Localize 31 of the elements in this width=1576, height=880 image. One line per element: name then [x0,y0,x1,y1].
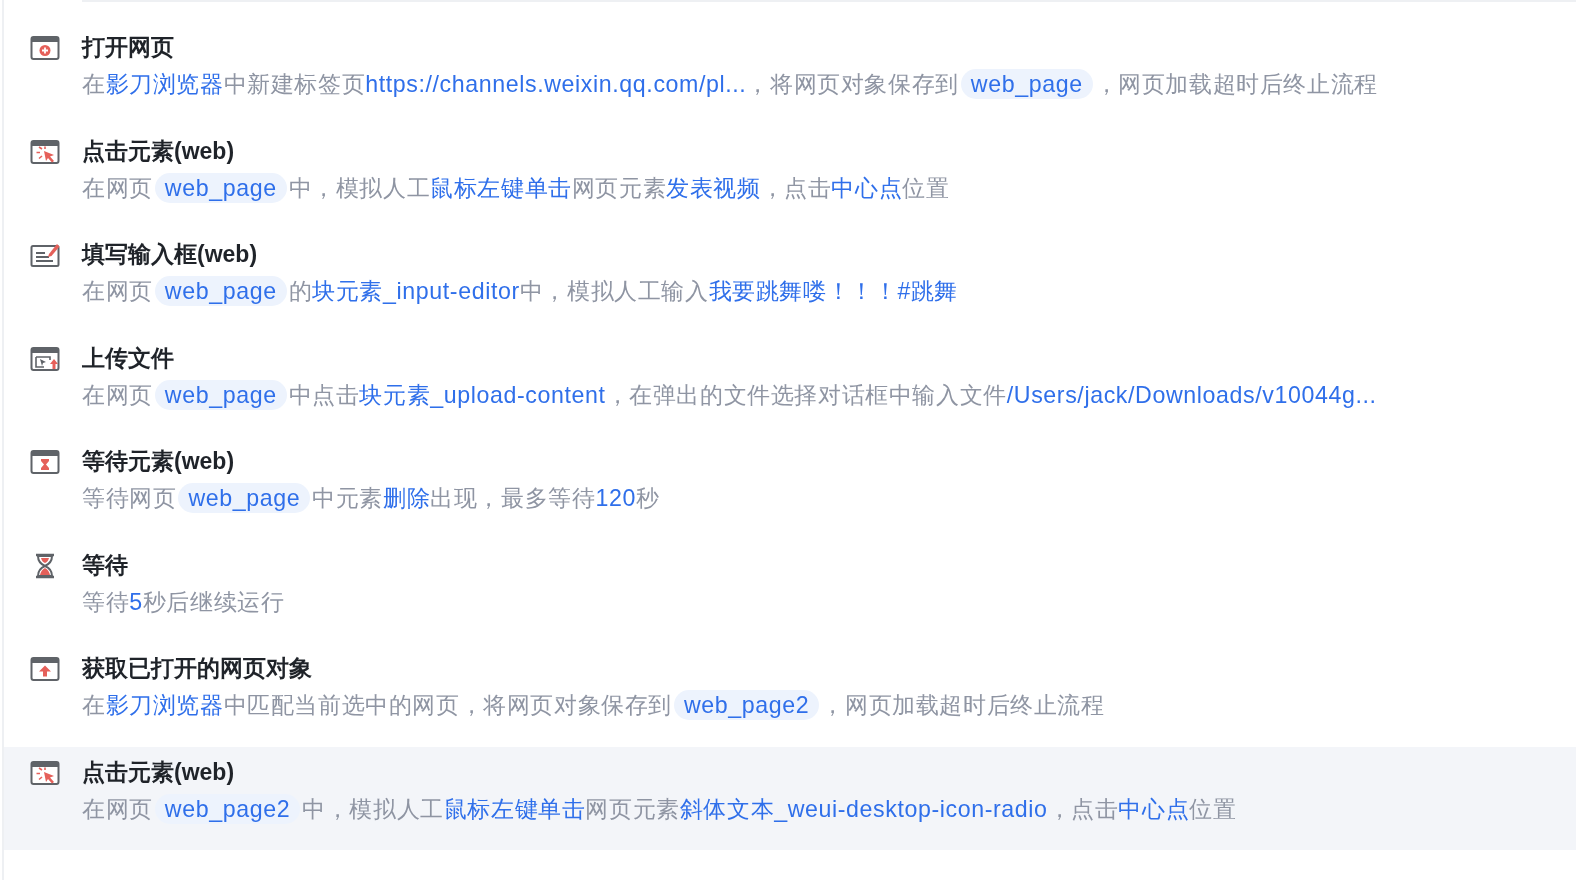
step-description: 等待5秒后继续运行 [82,587,285,617]
step-title: 获取已打开的网页对象 [82,654,312,683]
step-title: 填写输入框(web) [82,240,258,269]
variable-tag: web_page [960,69,1093,99]
edit-form-icon [30,242,60,268]
browser-upload-icon [30,656,60,682]
browser-upload-icon [30,345,60,372]
variable-tag: web_page2 [154,793,301,824]
variable-tag: web_page2 [674,690,820,720]
browser-plus-icon [30,35,60,61]
step-description: 等待网页 web_page 中元素删除出现，最多等待120秒 [82,482,660,515]
variable-tag: web_page [178,483,311,513]
step-title: 打开网页 [82,33,174,62]
step-title: 等待 [82,550,128,580]
variable-tag: web_page [154,276,287,306]
browser-cursor-icon [30,138,60,165]
variable-tag: web_page [154,379,287,410]
step-row[interactable]: 点击元素(web) 在网页 web_page2 中，模拟人工鼠标左键单击网页元素斜体文本_weui-desktop-icon-radio，点击中心点位置 [4,746,1576,850]
step-description: 在网页 web_page 的块元素_input-editor中，模拟人工输入我要跳舞喽！！！#跳舞 [82,275,959,308]
step-description: 在影刀浏览器中新建标签页https://channels.weixin.qq.com/pl...，将网页对象保存到 web_page ，网页加载超时后终止流程 [82,68,1378,101]
browser-cursor-icon [30,759,60,786]
variable-tag: web_page [154,172,287,203]
step-description: 在网页 web_page2 中，模拟人工鼠标左键单击网页元素斜体文本_weui-desktop-icon-radio，点击中心点位置 [82,792,1237,826]
step-title: 等待元素(web) [82,447,235,476]
step-description: 在网页 web_page 中点击块元素_upload-content，在弹出的文件选择对话框中输入文件/Users/jack/Downloads/v10044g... [82,378,1377,412]
step-description: 在影刀浏览器中匹配当前选中的网页，将网页对象保存到 web_page2 ，网页加载超时后终止流程 [82,689,1105,722]
step-title: 上传文件 [82,343,174,373]
step-title: 点击元素(web) [82,136,235,166]
step-description: 在网页 web_page 中，模拟人工鼠标左键单击网页元素发表视频，点击中心点位置 [82,171,950,205]
step-title: 点击元素(web) [82,757,235,787]
browser-hourglass-icon [30,449,60,475]
